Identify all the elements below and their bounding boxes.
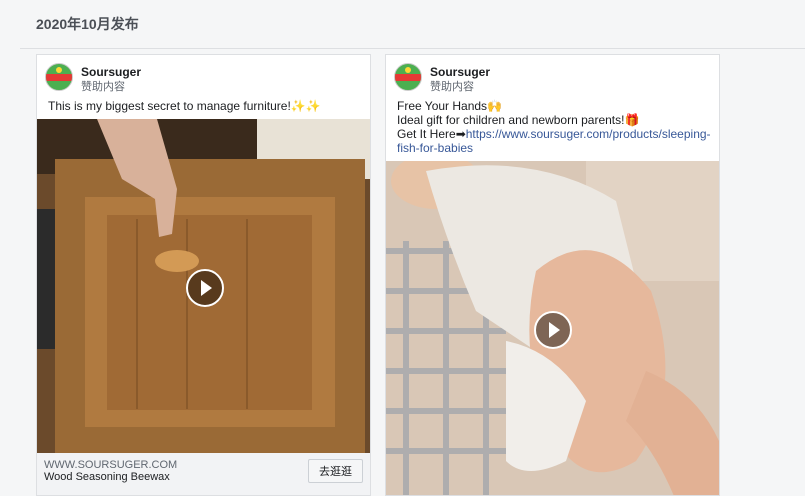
ad-card-furniture[interactable]: Soursuger 赞助内容 This is my biggest secret… [36, 54, 371, 496]
ad-footer[interactable]: WWW.SOURSUGER.COM Wood Seasoning Beewax … [37, 453, 370, 495]
page-name[interactable]: Soursuger [430, 65, 490, 79]
ad-card-sleeping-fish[interactable]: Soursuger 赞助内容 Free Your Hands🙌 Ideal gi… [385, 54, 720, 496]
caption-line-3: Get It Here➡https://www.soursuger.com/pr… [397, 127, 711, 141]
caption-line: This is my biggest secret to manage furn… [48, 99, 321, 113]
product-title[interactable]: Wood Seasoning Beewax [44, 471, 170, 483]
sponsored-label: 赞助内容 [81, 81, 125, 93]
play-button-icon[interactable] [534, 311, 572, 349]
sponsored-label: 赞助内容 [430, 81, 474, 93]
section-divider [20, 48, 805, 49]
caption-line-1: Free Your Hands🙌 [397, 99, 502, 113]
page-name[interactable]: Soursuger [81, 65, 141, 79]
post-caption: This is my biggest secret to manage furn… [48, 99, 321, 113]
shop-now-button[interactable]: 去逛逛 [308, 459, 363, 483]
caption-line-2: Ideal gift for children and newborn pare… [397, 113, 640, 127]
video-thumbnail[interactable] [37, 119, 370, 453]
page-avatar[interactable] [394, 63, 422, 91]
play-button-icon[interactable] [186, 269, 224, 307]
section-title: 2020年10月发布 [36, 16, 139, 32]
product-link-continued[interactable]: fish-for-babies [397, 141, 473, 155]
video-thumbnail[interactable] [386, 161, 719, 495]
product-link[interactable]: https://www.soursuger.com/products/sleep… [466, 127, 711, 141]
page-avatar[interactable] [45, 63, 73, 91]
post-caption: Free Your Hands🙌 Ideal gift for children… [397, 99, 711, 155]
link-domain: WWW.SOURSUGER.COM [44, 459, 178, 471]
caption-prefix: Get It Here➡ [397, 127, 466, 141]
